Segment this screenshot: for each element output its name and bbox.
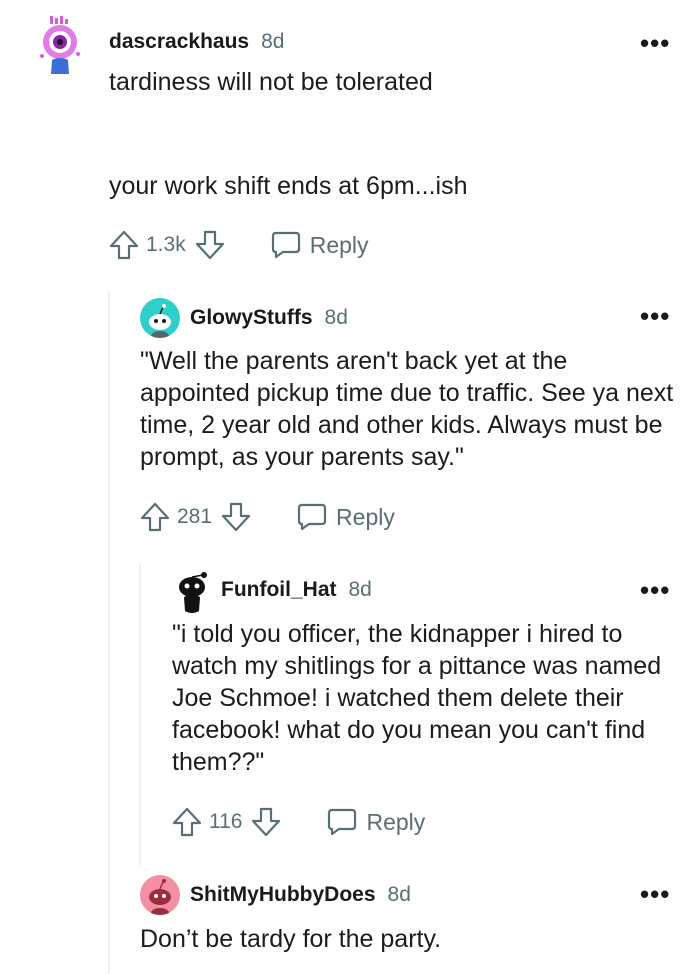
comment-meta: Funfoil_Hat 8d xyxy=(221,578,372,602)
reply-label: Reply xyxy=(309,231,369,258)
comment-age: 8d xyxy=(324,306,348,329)
avatar[interactable] xyxy=(36,16,84,74)
reply-button[interactable]: Reply xyxy=(296,502,395,532)
chat-bubble-icon xyxy=(328,808,357,836)
comment-body: tardiness will not be tolerated your wor… xyxy=(109,66,669,202)
thread-line xyxy=(139,565,141,865)
comment-actions: 116 Reply xyxy=(171,806,425,838)
vote-count: 116 xyxy=(209,810,243,833)
reply-button[interactable]: Reply xyxy=(270,230,369,260)
reply-label: Reply xyxy=(336,503,395,530)
teal-snoo-avatar-icon xyxy=(149,304,171,338)
more-options-icon[interactable]: ••• xyxy=(640,303,670,329)
reply-label: Reply xyxy=(366,808,426,835)
username[interactable]: dascrackhaus xyxy=(109,30,249,54)
comment-meta: GlowyStuffs 8d xyxy=(190,306,348,330)
vote-count: 281 xyxy=(177,505,213,528)
comment-line: your work shift ends at 6pm...ish xyxy=(109,172,468,200)
chat-bubble-icon xyxy=(297,503,327,531)
comment-age: 8d xyxy=(387,883,411,906)
comment-line xyxy=(109,130,669,170)
avatar[interactable] xyxy=(140,298,180,338)
comment-line: tardiness will not be tolerated xyxy=(109,68,433,96)
more-options-icon[interactable]: ••• xyxy=(640,30,670,56)
pink-snoo-avatar-icon xyxy=(149,879,171,915)
upvote-arrow-icon[interactable] xyxy=(139,501,171,533)
purple-eye-avatar-icon xyxy=(40,16,80,74)
vote-count: 1.3k xyxy=(146,233,186,256)
comment-age: 8d xyxy=(348,578,372,601)
thread-line xyxy=(108,292,110,974)
upvote-arrow-icon[interactable] xyxy=(108,229,140,261)
comment-line xyxy=(109,98,669,130)
more-options-icon[interactable]: ••• xyxy=(640,881,670,907)
comment-age: 8d xyxy=(261,30,285,53)
comment-meta: ShitMyHubbyDoes 8d xyxy=(190,883,411,907)
comment-actions: 281 Reply xyxy=(139,501,395,533)
username[interactable]: Funfoil_Hat xyxy=(221,578,337,602)
chat-bubble-icon xyxy=(271,231,300,259)
username[interactable]: GlowyStuffs xyxy=(190,306,313,330)
downvote-arrow-icon[interactable] xyxy=(250,806,282,838)
downvote-arrow-icon[interactable] xyxy=(194,229,226,261)
comment-body: "i told you officer, the kidnapper i hir… xyxy=(172,620,662,776)
vote-control: 1.3k xyxy=(108,229,226,261)
username[interactable]: ShitMyHubbyDoes xyxy=(190,883,376,907)
avatar[interactable] xyxy=(140,875,180,915)
more-options-icon[interactable]: ••• xyxy=(640,577,670,603)
upvote-arrow-icon[interactable] xyxy=(171,806,203,838)
reply-button[interactable]: Reply xyxy=(326,807,425,837)
comment-body: "Well the parents aren't back yet at the… xyxy=(140,347,674,471)
comment-body: Don’t be tardy for the party. xyxy=(140,925,442,953)
downvote-arrow-icon[interactable] xyxy=(220,501,252,533)
vote-control: 281 xyxy=(139,501,252,533)
comment-actions: 1.3k Reply xyxy=(108,229,369,261)
vote-control: 116 xyxy=(171,806,282,838)
black-snoo-avatar-icon xyxy=(179,572,207,613)
avatar[interactable] xyxy=(172,571,212,615)
comment-meta: dascrackhaus 8d xyxy=(109,30,284,54)
